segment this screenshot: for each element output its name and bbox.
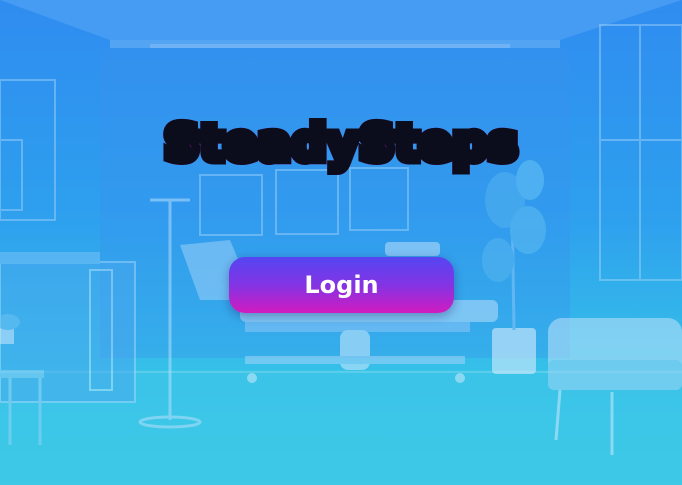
login-button[interactable]: Login (229, 257, 454, 313)
app-title: SteadySteps (0, 104, 682, 184)
clinic-room-background (0, 0, 682, 485)
login-screen: SteadySteps Login (0, 0, 682, 485)
